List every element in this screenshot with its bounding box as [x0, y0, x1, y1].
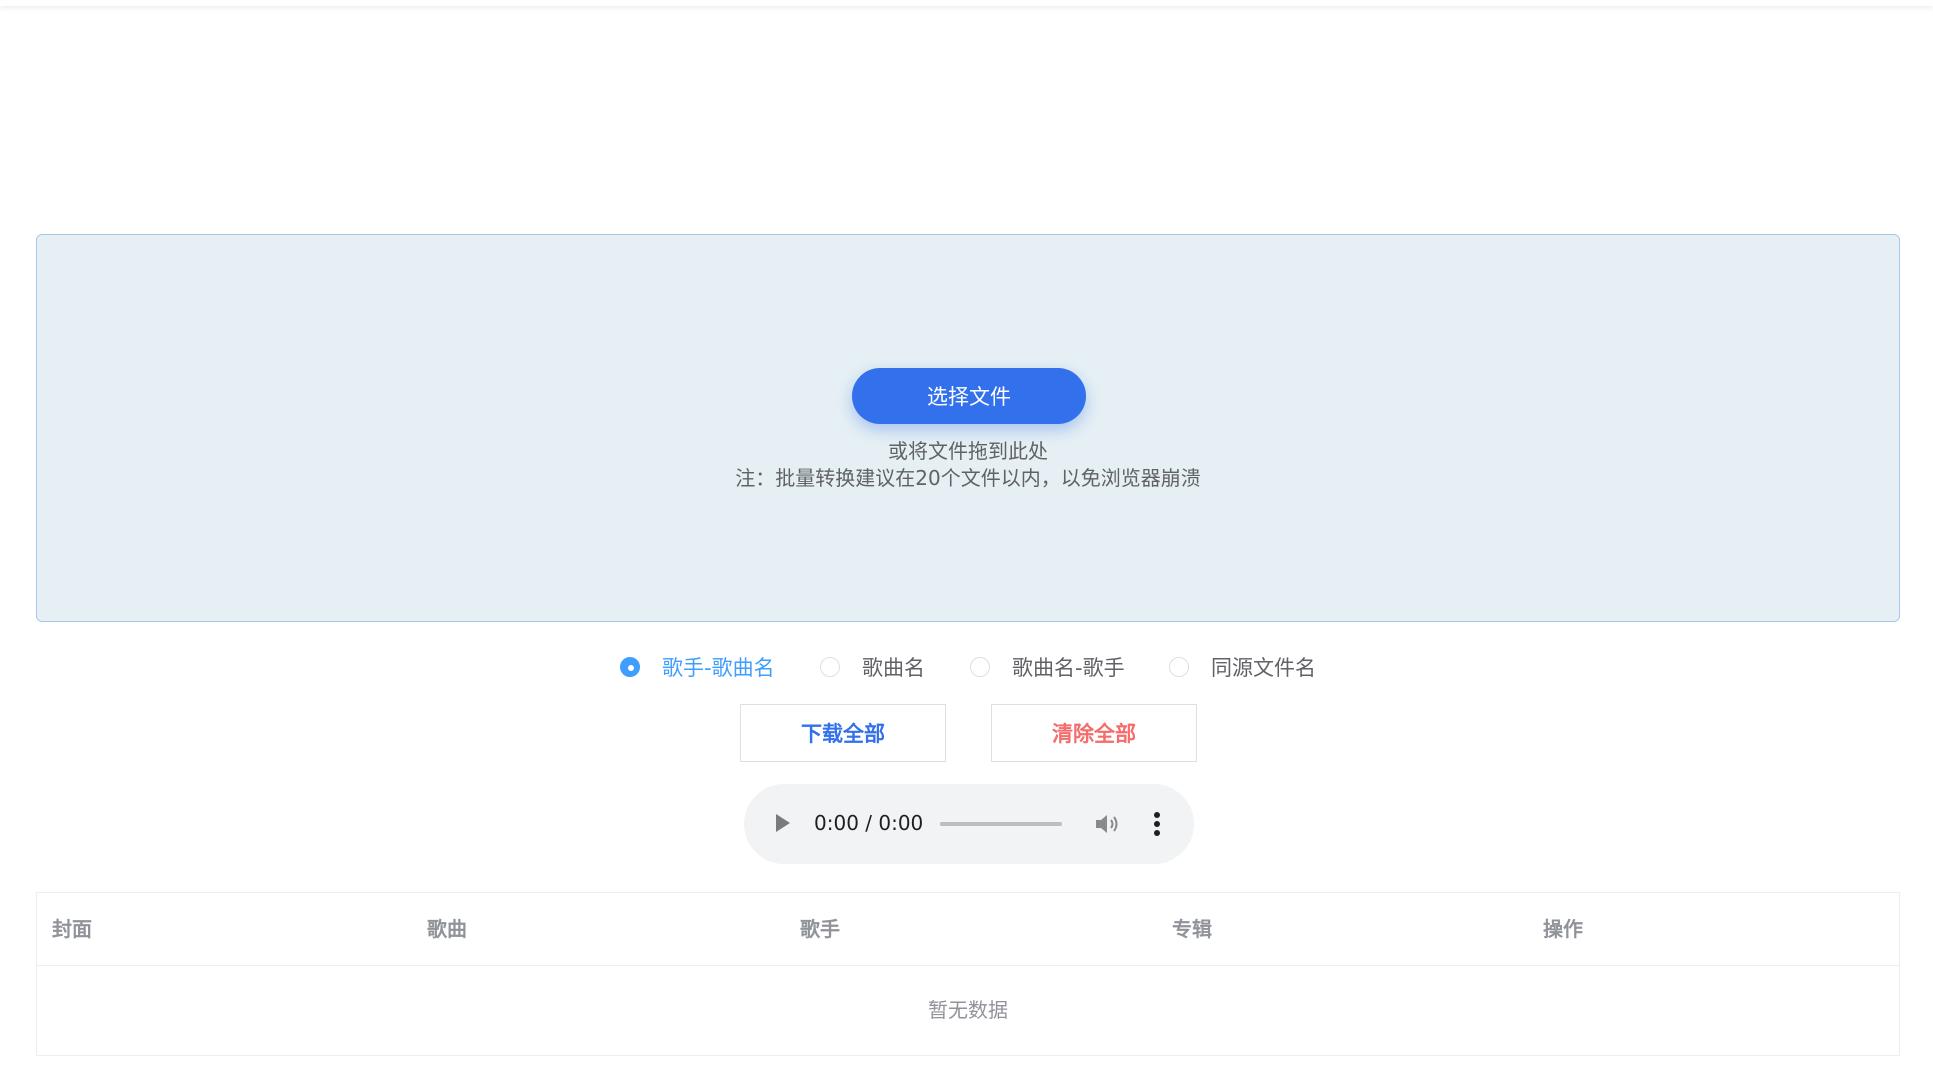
play-icon[interactable] — [776, 814, 790, 832]
progress-slider[interactable] — [940, 822, 1062, 826]
radio-label: 同源文件名 — [1211, 656, 1316, 680]
radio-label: 歌曲名 — [862, 656, 925, 680]
radio-label: 歌手-歌曲名 — [662, 656, 775, 680]
radio-circle-icon — [620, 657, 640, 677]
radio-label: 歌曲名-歌手 — [1012, 656, 1125, 680]
radio-circle-icon — [970, 657, 990, 677]
radio-song[interactable]: 歌曲名 — [820, 652, 925, 682]
download-all-button[interactable]: 下载全部 — [740, 704, 946, 762]
radio-source-filename[interactable]: 同源文件名 — [1169, 652, 1316, 682]
column-header-actions: 操作 — [1543, 917, 1583, 941]
column-header-song: 歌曲 — [427, 917, 467, 941]
empty-state: 暂无数据 — [928, 998, 1008, 1022]
column-header-cover: 封面 — [52, 917, 92, 941]
select-file-button[interactable]: 选择文件 — [852, 368, 1086, 424]
file-dropzone[interactable] — [36, 234, 1900, 622]
column-header-artist: 歌手 — [800, 917, 840, 941]
more-options-icon[interactable] — [1152, 810, 1162, 838]
batch-note: 注：批量转换建议在20个文件以内，以免浏览器崩溃 — [735, 466, 1201, 490]
song-table: 封面 歌曲 歌手 专辑 操作 暂无数据 — [36, 892, 1900, 1056]
audio-player: 0:00 / 0:00 — [744, 784, 1194, 864]
filename-format-radio-group: 歌手-歌曲名 歌曲名 歌曲名-歌手 同源文件名 — [0, 652, 1933, 682]
table-header: 封面 歌曲 歌手 专辑 操作 — [37, 893, 1899, 966]
column-header-album: 专辑 — [1172, 917, 1212, 941]
top-bar — [0, 0, 1933, 6]
volume-icon[interactable] — [1094, 812, 1122, 836]
radio-song-artist[interactable]: 歌曲名-歌手 — [970, 652, 1125, 682]
drop-hint: 或将文件拖到此处 — [888, 439, 1048, 463]
radio-artist-song[interactable]: 歌手-歌曲名 — [620, 652, 775, 682]
radio-circle-icon — [820, 657, 840, 677]
radio-circle-icon — [1169, 657, 1189, 677]
time-display: 0:00 / 0:00 — [814, 811, 924, 835]
clear-all-button[interactable]: 清除全部 — [991, 704, 1197, 762]
